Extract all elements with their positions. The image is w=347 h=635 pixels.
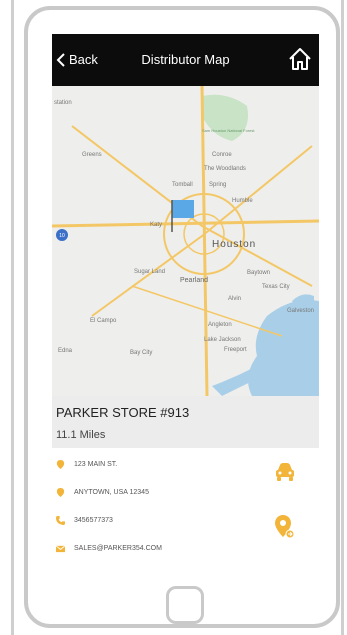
map-pin-icon[interactable] [274,515,294,539]
map-label: Sam Houston National Forest [202,128,255,133]
map-label: Sugar Land [134,269,165,275]
map-label: Angleton [208,322,232,328]
address-line-1: 123 MAIN ST. [74,461,118,468]
page-title: Distributor Map [141,52,230,67]
top-navigation-bar: Back Distributor Map [52,34,319,86]
map-label: Conroe [212,152,232,158]
phone-number[interactable]: 3456577373 [74,517,113,524]
address-line-2-row: ANYTOWN, USA 12345 [56,488,149,497]
map-label: Lake Jackson [204,337,241,343]
map-label: El Campo [90,318,117,324]
map-label: Humble [232,198,253,204]
map-label: Texas City [262,284,290,290]
distributor-map[interactable]: 10 station Greens Sam Houston National F… [52,86,319,396]
map-label: Alvin [228,296,241,302]
map-canvas[interactable]: 10 station Greens Sam Houston National F… [52,86,319,396]
home-icon[interactable] [287,46,313,72]
map-label: Edna [58,348,73,354]
adjacent-panel-edge [0,0,14,635]
phone-screen: Back Distributor Map 10 station Greens S… [52,34,319,554]
route-label: 10 [59,233,65,239]
map-label: Pearland [180,277,208,284]
location-flag-icon[interactable] [172,200,194,218]
device-home-button[interactable] [166,586,204,624]
phone-row[interactable]: 3456577373 [56,516,113,525]
map-label: Bay City [130,350,152,356]
adjacent-panel-edge-right [341,0,347,635]
address-line-1-row: 123 MAIN ST. [56,460,117,469]
store-summary: PARKER STORE #913 11.1 Miles [52,396,319,448]
email-row[interactable]: SALES@PARKER354.COM [56,544,162,553]
envelope-icon [56,545,65,553]
email-address[interactable]: SALES@PARKER354.COM [74,545,162,552]
address-line-2: ANYTOWN, USA 12345 [74,489,149,496]
store-distance: 11.1 Miles [56,429,106,441]
map-label: station [54,100,72,106]
phone-icon [56,516,65,525]
map-label: Katy [150,222,162,228]
map-label: Galveston [287,308,314,314]
location-icon [56,488,65,497]
map-label: Greens [82,152,102,158]
map-label: The Woodlands [204,166,246,172]
location-icon [56,460,65,469]
car-icon[interactable] [274,462,296,482]
map-label: Freeport [224,347,247,353]
map-label-city: Houston [212,239,256,250]
map-label: Spring [209,182,226,188]
map-label: Baytown [247,270,270,276]
map-label: Tomball [172,182,193,188]
store-details: 123 MAIN ST. ANYTOWN, USA 12345 34565773… [52,448,319,554]
store-name: PARKER STORE #913 [56,405,190,420]
